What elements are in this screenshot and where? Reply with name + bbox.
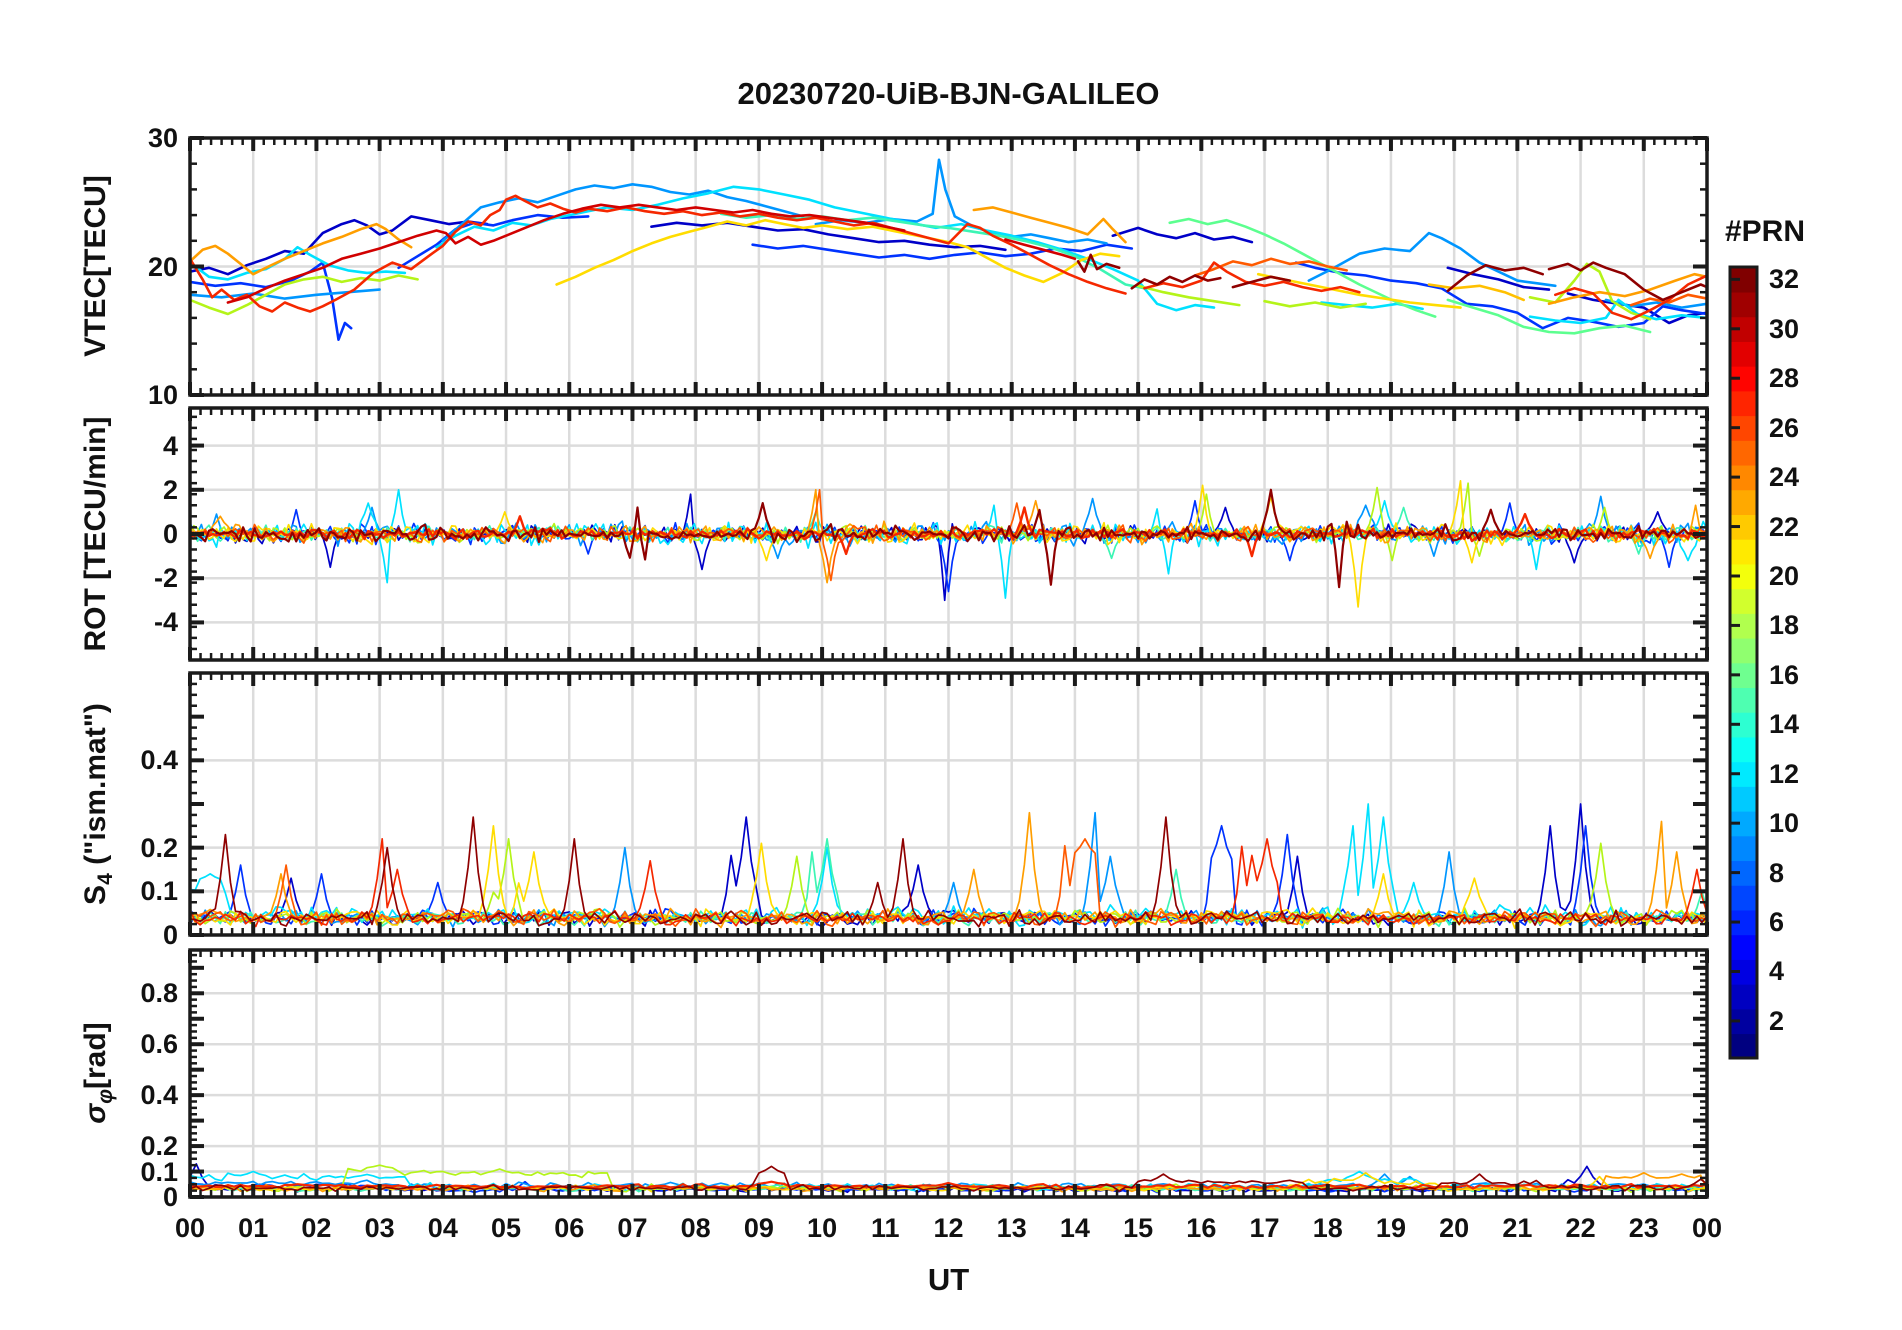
colorbar-tick-label: 14 (1769, 709, 1800, 740)
colorbar-tick-label: 6 (1769, 907, 1785, 938)
colorbar-cell-prn-15 (1730, 687, 1757, 713)
series-prn-3 (1111, 226, 1254, 244)
colorbar-tick-label: 30 (1769, 313, 1800, 344)
colorbar-cell-prn-21 (1730, 538, 1757, 565)
colorbar-tick-label: 22 (1769, 511, 1800, 542)
colorbar-cell-prn-7 (1730, 884, 1757, 911)
plot-canvas (188, 136, 1759, 1199)
x-tick-label: 00 (1691, 1213, 1723, 1243)
colorbar (1728, 265, 1759, 1060)
colorbar-cell-prn-11 (1730, 786, 1757, 812)
y-axis-label-sigma: σφ[rad] (79, 1022, 117, 1124)
colorbar-tick-label: 16 (1769, 659, 1800, 690)
panel-sigma (188, 948, 1709, 1199)
colorbar-tick-label: 18 (1769, 610, 1800, 641)
colorbar-cell-prn-29 (1730, 341, 1757, 367)
series-prn-5 (190, 261, 353, 342)
series-prn-3 (1566, 292, 1707, 325)
colorbar-cell-prn-23 (1730, 489, 1757, 515)
colorbar-cell-prn-13 (1730, 736, 1757, 763)
colorbar-tick-label: 10 (1769, 808, 1800, 839)
colorbar-tick-label: 24 (1769, 462, 1800, 493)
colorbar-tick-label: 20 (1769, 560, 1800, 591)
colorbar-tick-label: 28 (1769, 363, 1800, 394)
panel-s4 (188, 671, 1709, 937)
panel-rot (188, 406, 1709, 662)
colorbar-cell-prn-27 (1730, 390, 1757, 417)
colorbar-cell-prn-25 (1730, 440, 1757, 466)
colorbar-tick-label: 32 (1769, 264, 1800, 295)
figure: 20230720-UiB-BJN-GALILEO 10 20 30 -4 -2 0 2 4 0 0… (0, 0, 1902, 1330)
colorbar-cell-prn-3 (1730, 983, 1757, 1010)
colorbar-tick-label: 4 (1769, 956, 1785, 987)
colorbar-tick-label: 2 (1769, 1005, 1785, 1036)
colorbar-cell-prn-17 (1730, 637, 1757, 664)
colorbar-cell-prn-5 (1730, 934, 1757, 960)
series-prn-18 (1136, 284, 1241, 307)
colorbar-tick-label: 26 (1769, 412, 1800, 443)
series-prn-22 (1427, 283, 1525, 302)
colorbar-cell-prn-31 (1730, 291, 1757, 318)
x-axis-label: UT (927, 1262, 970, 1297)
colorbar-cell-prn-1 (1730, 1033, 1757, 1059)
colorbar-tick-label: 8 (1769, 857, 1785, 888)
colorbar-cell-prn-9 (1730, 835, 1757, 862)
colorbar-title: #PRN (1724, 215, 1806, 248)
colorbar-cell-prn-19 (1730, 588, 1757, 614)
colorbar-tick-label: 12 (1769, 758, 1800, 789)
panel-vtec (188, 136, 1709, 397)
